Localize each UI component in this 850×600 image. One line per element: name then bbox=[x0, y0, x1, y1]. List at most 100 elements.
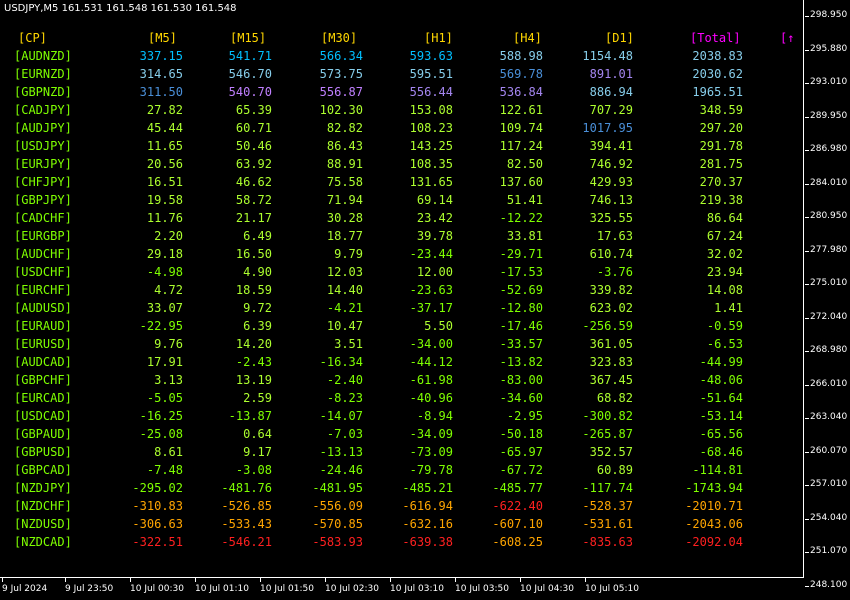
time-tick bbox=[520, 578, 521, 582]
pair-label: [EURAUD] bbox=[14, 319, 72, 333]
pair-label: [GBPCAD] bbox=[14, 463, 72, 477]
time-label: 10 Jul 03:50 bbox=[455, 584, 509, 594]
total-value: 2030.62 bbox=[692, 67, 743, 81]
h1-value: 131.65 bbox=[409, 175, 453, 189]
d1-value: -531.61 bbox=[582, 517, 633, 531]
d1-value: 323.83 bbox=[589, 355, 633, 369]
table-row: [EURGBP] 2.20 6.49 18.77 39.78 33.81 17.63 67.2… bbox=[0, 227, 800, 245]
price-label: 275.010 bbox=[810, 278, 848, 288]
price-tick bbox=[805, 49, 809, 51]
m30-value: -583.93 bbox=[312, 535, 363, 549]
price-tick bbox=[805, 183, 809, 185]
time-label: 10 Jul 03:10 bbox=[390, 584, 444, 594]
h1-value: 108.35 bbox=[409, 157, 453, 171]
m15-value: -526.85 bbox=[221, 499, 272, 513]
m30-value: -7.03 bbox=[326, 427, 363, 441]
pair-label: [CADCHF] bbox=[14, 211, 72, 225]
h4-value: -17.46 bbox=[499, 319, 543, 333]
m15-value: 21.17 bbox=[235, 211, 272, 225]
d1-value: 610.74 bbox=[589, 247, 633, 261]
price-tick bbox=[805, 317, 809, 319]
total-value: -2043.06 bbox=[685, 517, 743, 531]
m5-value: -306.63 bbox=[132, 517, 183, 531]
h1-value: 5.50 bbox=[424, 319, 453, 333]
h4-value: -2.95 bbox=[506, 409, 543, 423]
d1-value: 352.57 bbox=[589, 445, 633, 459]
h4-value: -608.25 bbox=[492, 535, 543, 549]
h4-value: 51.41 bbox=[506, 193, 543, 207]
m5-value: 16.51 bbox=[146, 175, 183, 189]
table-row: [USDCAD] -16.25 -13.87 -14.07 -8.94 -2.95 -300… bbox=[0, 407, 800, 425]
total-value: -2010.71 bbox=[685, 499, 743, 513]
pair-label: [AUDJPY] bbox=[14, 121, 72, 135]
price-axis[interactable]: 298.950 295.880 293.010 289.950 286.980 284.0… bbox=[805, 0, 850, 590]
m30-value: 102.30 bbox=[319, 103, 363, 117]
d1-value: 429.93 bbox=[589, 175, 633, 189]
table-row: [EURCHF] 4.72 18.59 14.40 -23.63 -52.69 339.82… bbox=[0, 281, 800, 299]
table-row: [AUDJPY] 45.44 60.71 82.82 108.23 109.74 1017.… bbox=[0, 119, 800, 137]
m30-value: -13.13 bbox=[319, 445, 363, 459]
pair-label: [GBPUSD] bbox=[14, 445, 72, 459]
m5-value: 19.58 bbox=[146, 193, 183, 207]
time-label: 10 Jul 01:10 bbox=[195, 584, 249, 594]
total-value: 270.37 bbox=[699, 175, 743, 189]
m30-value: -2.40 bbox=[326, 373, 363, 387]
table-row: [AUDUSD] 33.07 9.72 -4.21 -37.17 -12.80 623.02… bbox=[0, 299, 800, 317]
h1-value: 556.44 bbox=[409, 85, 453, 99]
h4-value: -50.18 bbox=[499, 427, 543, 441]
table-row: [EURCAD] -5.05 2.59 -8.23 -40.96 -34.60 68.82 -… bbox=[0, 389, 800, 407]
m15-value: -3.08 bbox=[235, 463, 272, 477]
table-row: [EURJPY] 20.56 63.92 88.91 108.35 82.50 746.92… bbox=[0, 155, 800, 173]
price-label: 295.880 bbox=[810, 43, 848, 54]
table-row: [NZDCHF] -310.83 -526.85 -556.09 -616.94 -622… bbox=[0, 497, 800, 515]
h1-value: -79.78 bbox=[409, 463, 453, 477]
total-value: -68.46 bbox=[699, 445, 743, 459]
price-label: 268.980 bbox=[810, 345, 848, 355]
m30-value: 30.28 bbox=[326, 211, 363, 225]
d1-value: 361.05 bbox=[589, 337, 633, 351]
total-value: -44.99 bbox=[699, 355, 743, 369]
time-label: 10 Jul 05:10 bbox=[585, 584, 639, 594]
h1-value: -8.94 bbox=[416, 409, 453, 423]
m15-value: 46.62 bbox=[235, 175, 272, 189]
m5-value: 11.76 bbox=[146, 211, 183, 225]
d1-value: -265.87 bbox=[582, 427, 633, 441]
total-value: -2092.04 bbox=[685, 535, 743, 549]
m5-value: -310.83 bbox=[132, 499, 183, 513]
pair-label: [GBPJPY] bbox=[14, 193, 72, 207]
total-value: -65.56 bbox=[699, 427, 743, 441]
m15-value: 50.46 bbox=[235, 139, 272, 153]
m15-value: 0.64 bbox=[243, 427, 272, 441]
h4-value: 569.78 bbox=[499, 67, 543, 81]
h1-value: -616.94 bbox=[402, 499, 453, 513]
m5-value: -295.02 bbox=[132, 481, 183, 495]
h1-value: -40.96 bbox=[409, 391, 453, 405]
header-total: [Total] bbox=[690, 31, 741, 45]
h1-value: 595.51 bbox=[409, 67, 453, 81]
m30-value: -24.46 bbox=[319, 463, 363, 477]
price-tick bbox=[805, 384, 809, 386]
pair-label: [AUDNZD] bbox=[14, 49, 72, 63]
table-row: [EURAUD] -22.95 6.39 10.47 5.50 -17.46 -256.59… bbox=[0, 317, 800, 335]
price-label: 284.010 bbox=[810, 177, 848, 188]
h4-value: -607.10 bbox=[492, 517, 543, 531]
total-value: -114.81 bbox=[692, 463, 743, 477]
pair-label: [EURNZD] bbox=[14, 67, 72, 81]
m15-value: 14.20 bbox=[235, 337, 272, 351]
h4-value: -33.57 bbox=[499, 337, 543, 351]
chart-area[interactable]: USDJPY,M5 161.531 161.548 161.530 161.54… bbox=[0, 0, 804, 578]
time-tick bbox=[65, 578, 66, 582]
time-axis[interactable]: 9 Jul 2024 9 Jul 23:50 10 Jul 00:30 10 Jul … bbox=[0, 578, 804, 600]
time-label: 10 Jul 02:30 bbox=[325, 584, 379, 594]
m5-value: -22.95 bbox=[139, 319, 183, 333]
m15-value: 546.70 bbox=[228, 67, 272, 81]
m30-value: 88.91 bbox=[326, 157, 363, 171]
table-row: [CHFJPY] 16.51 46.62 75.58 131.65 137.60 429.9… bbox=[0, 173, 800, 191]
m5-value: 337.15 bbox=[139, 49, 183, 63]
total-value: 86.64 bbox=[706, 211, 743, 225]
h1-value: -632.16 bbox=[402, 517, 453, 531]
pair-label: [NZDCAD] bbox=[14, 535, 72, 549]
h1-value: -34.09 bbox=[409, 427, 453, 441]
m5-value: -7.48 bbox=[146, 463, 183, 477]
total-value: 291.78 bbox=[699, 139, 743, 153]
